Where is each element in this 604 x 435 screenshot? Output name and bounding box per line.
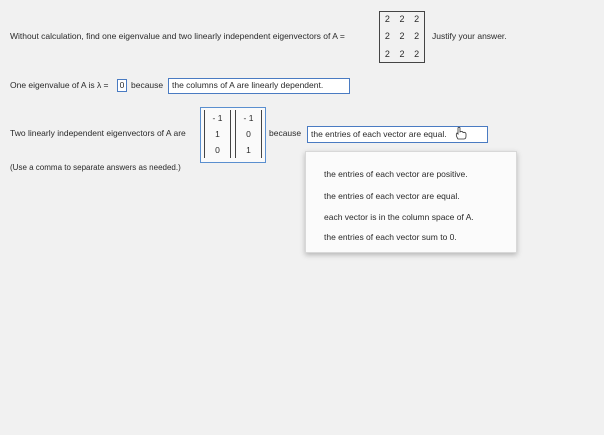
hand-cursor-icon <box>455 126 467 140</box>
matrix-cell: 2 <box>399 14 405 24</box>
eigenvalue-input[interactable]: 0 <box>117 79 127 92</box>
matrix-cell: 2 <box>384 31 390 42</box>
eigenvalue-prefix: One eigenvalue of A is λ = <box>10 80 109 90</box>
vector-cell: - 1 <box>243 113 254 123</box>
dropdown-option[interactable]: the entries of each vector sum to 0. <box>324 232 457 242</box>
eigenvector-prefix: Two linearly independent eigenvectors of… <box>10 128 186 138</box>
vector-cell: 0 <box>215 145 220 155</box>
reason-dropdown-menu: the entries of each vector are positive.… <box>305 151 517 253</box>
matrix-cell: 2 <box>399 48 405 59</box>
matrix-cell: 2 <box>384 14 390 24</box>
eigenvector-2[interactable]: - 1 0 1 <box>235 110 262 158</box>
matrix-cell: 2 <box>399 31 405 42</box>
eigenvector-because: because <box>269 128 302 138</box>
vector-cell: - 1 <box>212 113 223 123</box>
hint-text: (Use a comma to separate answers as need… <box>10 163 181 172</box>
matrix-cell: 2 <box>384 48 390 59</box>
matrix-cell: 2 <box>414 48 420 59</box>
vector-cell: 1 <box>246 145 251 155</box>
vector-cell: 1 <box>215 129 220 139</box>
matrix-cell: 2 <box>414 14 420 24</box>
dropdown-option[interactable]: the entries of each vector are positive. <box>324 169 468 179</box>
matrix-cell: 2 <box>414 31 420 42</box>
dropdown-option[interactable]: each vector is in the column space of A. <box>324 212 474 222</box>
justify-text: Justify your answer. <box>432 31 507 41</box>
eigenvalue-because: because <box>131 80 164 90</box>
matrix-a: 2 2 2 2 2 2 2 2 2 <box>379 11 425 63</box>
eigenvalue-reason-dropdown[interactable]: the columns of A are linearly dependent. <box>168 78 350 94</box>
question-prompt: Without calculation, find one eigenvalue… <box>10 31 345 41</box>
eigenvector-1[interactable]: - 1 1 0 <box>204 110 231 158</box>
dropdown-option[interactable]: the entries of each vector are equal. <box>324 191 460 201</box>
vector-cell: 0 <box>246 129 251 139</box>
